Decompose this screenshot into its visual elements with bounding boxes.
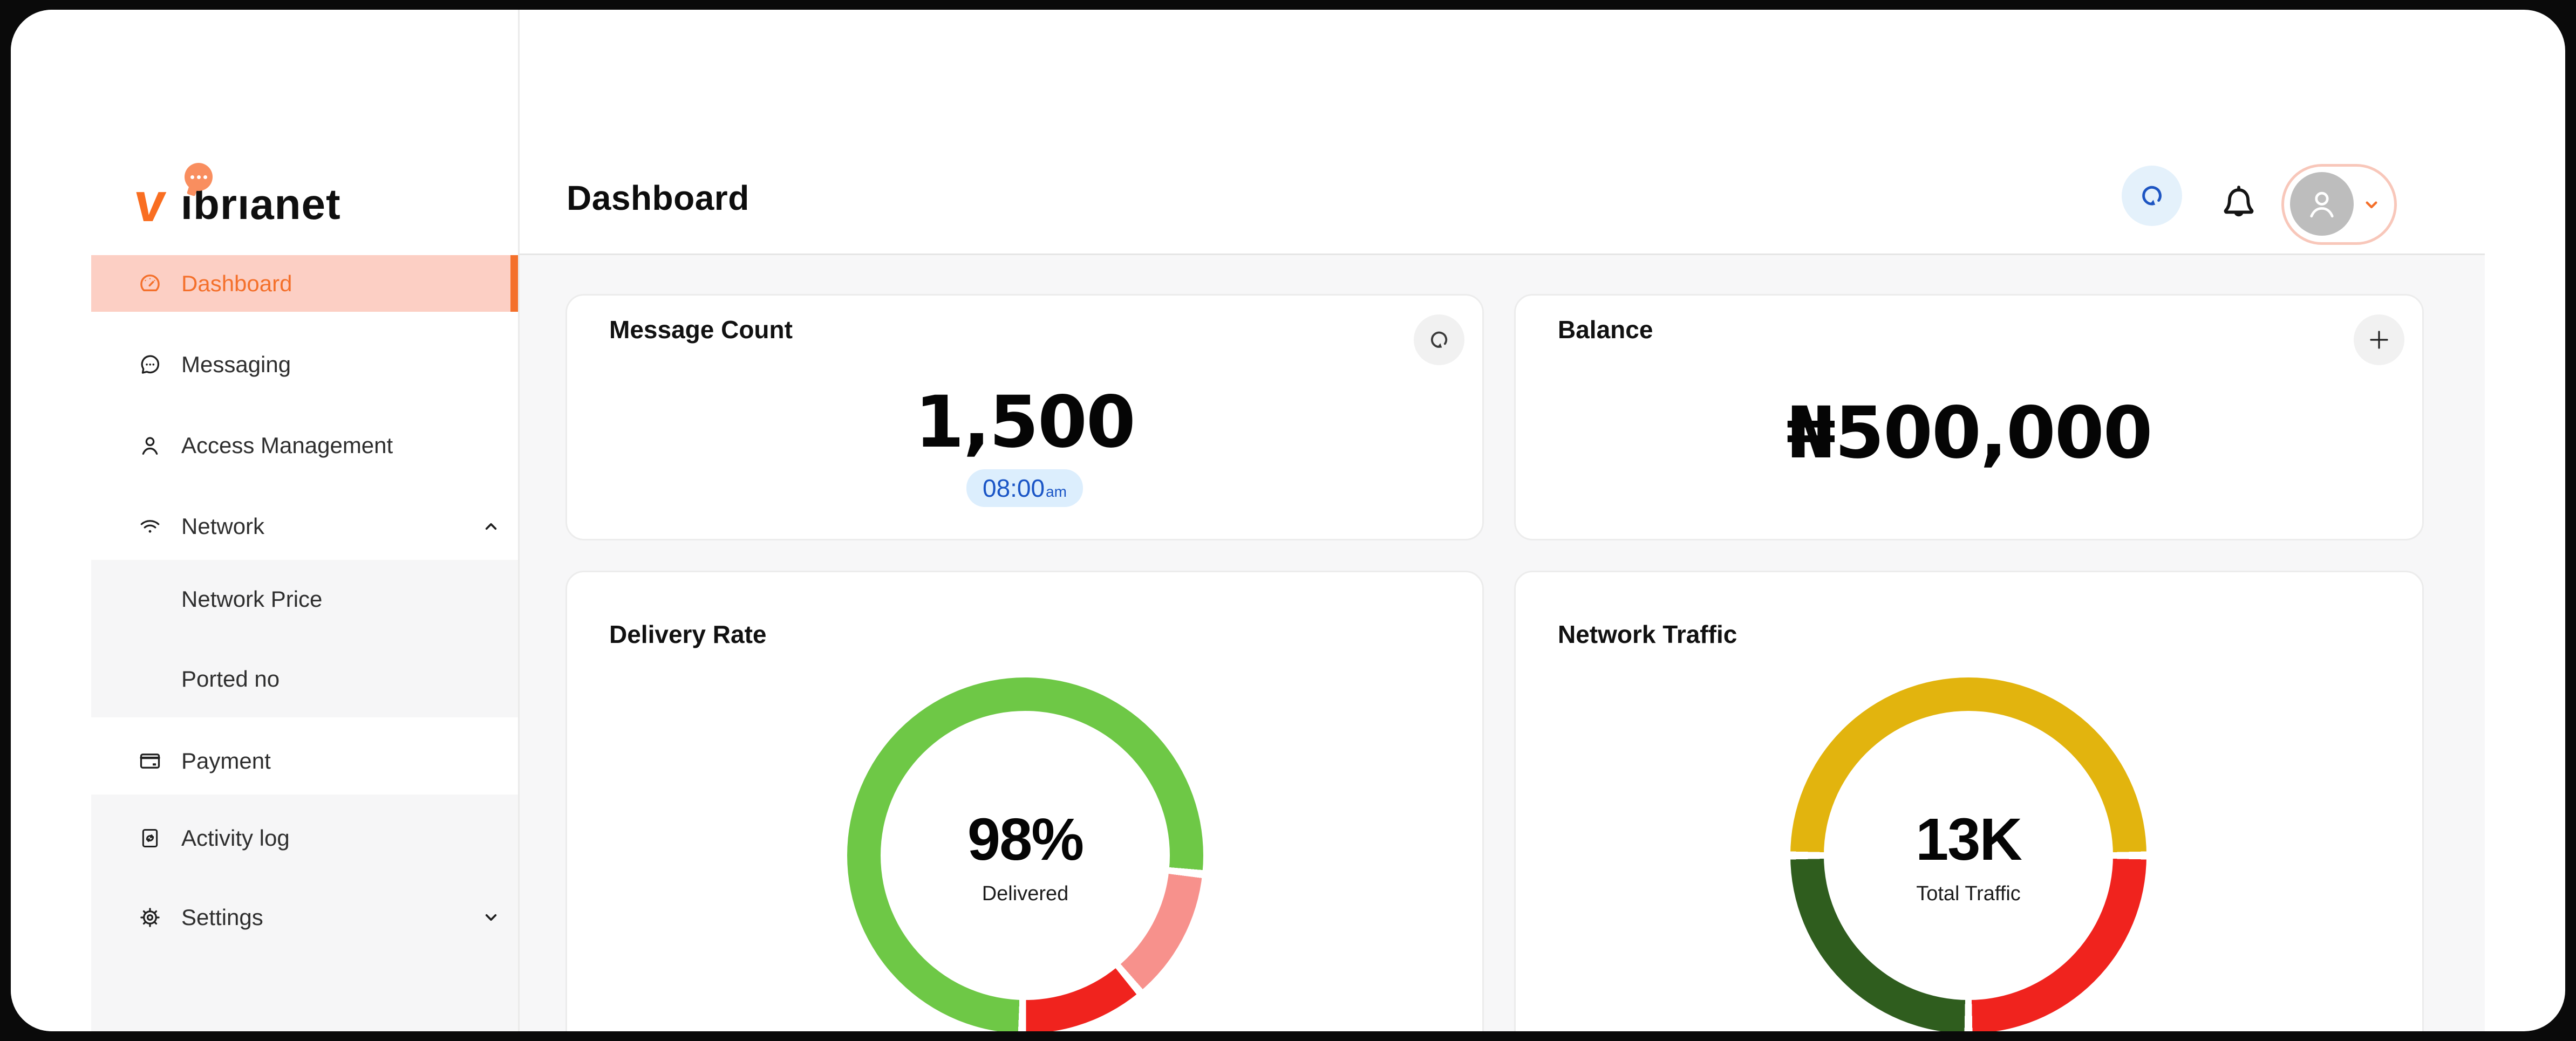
network-traffic-value: 13K bbox=[1916, 806, 2022, 873]
chevron-down-icon bbox=[2361, 194, 2382, 215]
avatar bbox=[2290, 172, 2354, 236]
donut-center: 13K Total Traffic bbox=[1824, 711, 2113, 1000]
delivery-rate-label: Delivered bbox=[982, 882, 1069, 905]
delivery-rate-card: Delivery Rate 98% Delivered bbox=[565, 571, 1484, 1031]
sidebar: v ıbrıanet Dashboard Messaging Access Ma… bbox=[11, 10, 520, 1031]
message-count-card: Message Count 1,500 08:00 am bbox=[565, 294, 1484, 540]
sidebar-item-ported-no[interactable]: Ported no bbox=[91, 650, 518, 707]
header-refresh-button[interactable] bbox=[2122, 166, 2182, 226]
speech-bubble-dots-icon bbox=[185, 163, 213, 191]
credit-card-icon bbox=[138, 749, 162, 773]
person-icon bbox=[138, 433, 162, 458]
sidebar-item-access-management[interactable]: Access Management bbox=[91, 417, 518, 474]
time-badge: 08:00 am bbox=[966, 469, 1083, 507]
card-title: Message Count bbox=[609, 316, 793, 344]
balance-value: ₦500,000 bbox=[1786, 392, 2152, 475]
card-title: Balance bbox=[1558, 316, 1653, 344]
sidebar-item-network[interactable]: Network bbox=[91, 498, 518, 554]
brand-logo: v ıbrıanet bbox=[132, 163, 341, 234]
page-title: Dashboard bbox=[567, 179, 749, 217]
add-funds-button[interactable] bbox=[2354, 314, 2404, 365]
sidebar-item-network-price[interactable]: Network Price bbox=[91, 571, 518, 627]
plus-icon bbox=[2370, 331, 2388, 349]
sidebar-item-label: Messaging bbox=[181, 351, 291, 377]
header-divider bbox=[518, 254, 2485, 255]
app-window: v ıbrıanet Dashboard Messaging Access Ma… bbox=[11, 10, 2565, 1031]
wifi-icon bbox=[138, 514, 162, 539]
gear-icon bbox=[138, 905, 162, 930]
chat-bubble-icon bbox=[138, 352, 162, 377]
bell-icon[interactable] bbox=[2216, 181, 2262, 228]
chevron-down-icon[interactable] bbox=[480, 907, 502, 928]
network-traffic-card: Network Traffic 13K Total Traffic bbox=[1514, 571, 2424, 1031]
person-icon bbox=[2310, 191, 2334, 218]
sidebar-item-activity-log[interactable]: Activity log bbox=[91, 810, 518, 866]
delivery-rate-donut-chart: 98% Delivered bbox=[847, 677, 1203, 1031]
balance-card: Balance ₦500,000 bbox=[1514, 294, 2424, 540]
sidebar-item-label: Access Management bbox=[181, 432, 393, 458]
logo-wordmark: ıbrıanet bbox=[180, 180, 341, 229]
sidebar-item-label: Settings bbox=[181, 904, 263, 930]
refresh-button[interactable] bbox=[1414, 314, 1464, 365]
message-count-value: 1,500 bbox=[915, 381, 1136, 464]
sidebar-item-label: Payment bbox=[181, 748, 271, 773]
refresh-icon bbox=[1430, 331, 1448, 348]
time-suffix: am bbox=[1046, 483, 1067, 500]
screenshot-root: { "brand": { "logo_v": "v", "logo_rest":… bbox=[0, 0, 2576, 1041]
card-title: Delivery Rate bbox=[609, 620, 767, 648]
donut-center: 98% Delivered bbox=[881, 711, 1170, 1000]
delivery-rate-value: 98% bbox=[967, 806, 1084, 873]
network-traffic-label: Total Traffic bbox=[1916, 882, 2021, 905]
sidebar-item-label: Activity log bbox=[181, 825, 290, 851]
sidebar-item-messaging[interactable]: Messaging bbox=[91, 336, 518, 393]
sidebar-item-payment[interactable]: Payment bbox=[91, 732, 518, 789]
sidebar-item-dashboard[interactable]: Dashboard bbox=[91, 255, 518, 312]
card-title: Network Traffic bbox=[1558, 620, 1737, 648]
sidebar-item-label: Network bbox=[181, 513, 265, 539]
speedometer-icon bbox=[138, 271, 162, 296]
sidebar-subitem-label: Network Price bbox=[181, 586, 323, 612]
activity-log-icon bbox=[138, 826, 162, 851]
logo-v-mark: v bbox=[132, 172, 169, 234]
refresh-icon bbox=[2142, 186, 2162, 206]
sidebar-subitem-label: Ported no bbox=[181, 666, 280, 691]
network-traffic-donut-chart: 13K Total Traffic bbox=[1790, 677, 2146, 1031]
account-menu-button[interactable] bbox=[2281, 164, 2397, 245]
sidebar-item-settings[interactable]: Settings bbox=[91, 889, 518, 946]
time-value: 08:00 bbox=[982, 474, 1045, 502]
chevron-up-icon[interactable] bbox=[480, 516, 502, 537]
sidebar-item-label: Dashboard bbox=[181, 270, 292, 296]
